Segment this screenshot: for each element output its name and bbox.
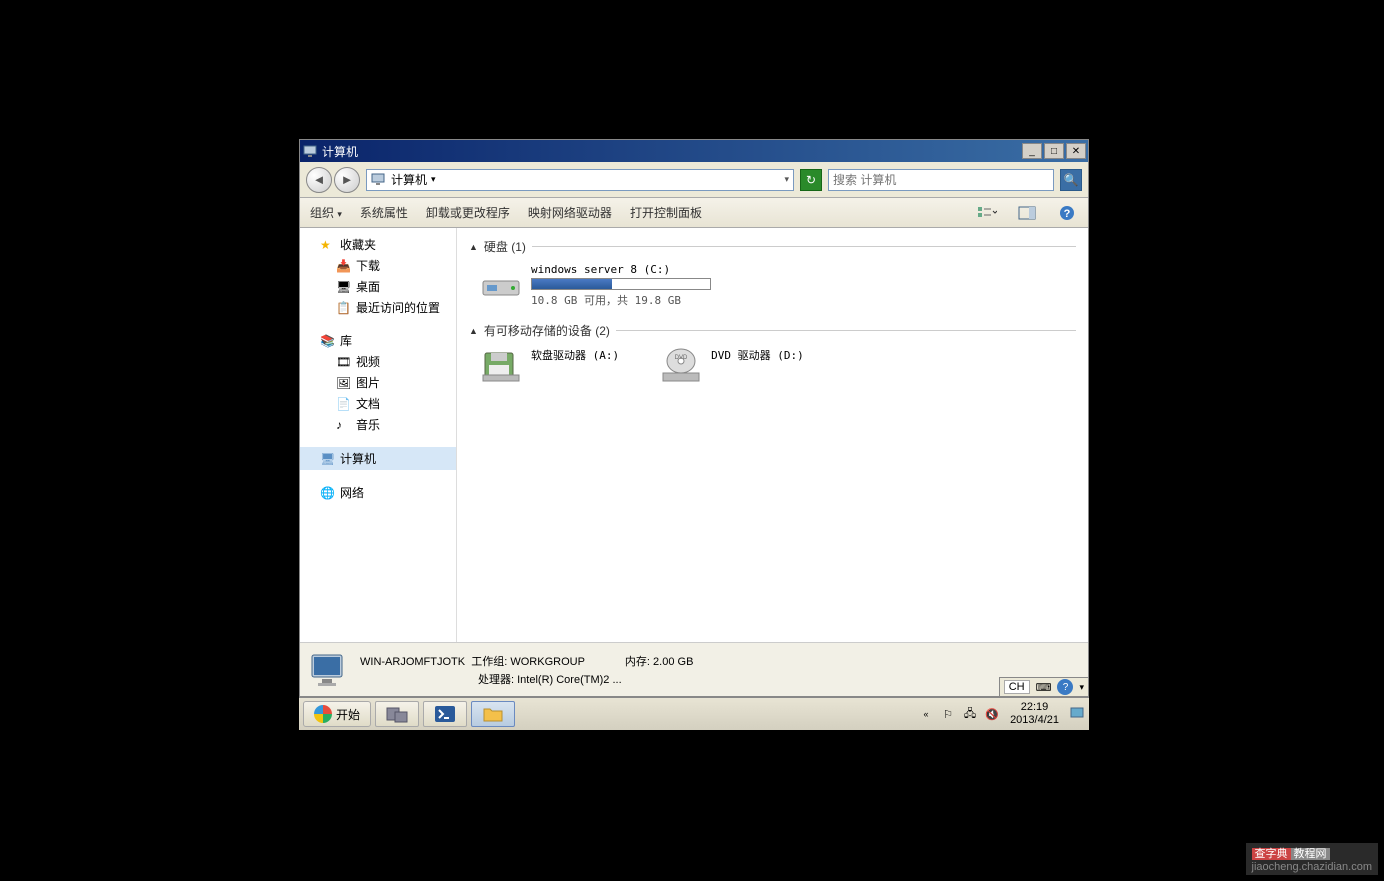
help-icon[interactable]: ? — [1056, 204, 1078, 222]
sidebar-item-recent[interactable]: 📋 最近访问的位置 — [300, 297, 456, 318]
search-input[interactable] — [833, 173, 1049, 187]
svg-text:DVD: DVD — [675, 355, 688, 361]
nav-bar: ◄ ► 计算机 ▾ ▾ ↻ 🔍 — [300, 162, 1088, 198]
preview-pane-icon[interactable] — [1016, 204, 1038, 222]
computer-icon — [302, 143, 318, 159]
dvd-icon: DVD — [659, 347, 703, 383]
library-icon: 📚 — [320, 334, 336, 348]
network-icon: 🌐 — [320, 486, 336, 500]
forward-button[interactable]: ► — [334, 167, 360, 193]
drive-c-stats: 10.8 GB 可用，共 19.8 GB — [531, 292, 711, 308]
sidebar-item-downloads[interactable]: 📥 下载 — [300, 255, 456, 276]
content-area: ▲ 硬盘 (1) windows server 8 (C:) — [457, 228, 1088, 642]
sidebar-item-desktop[interactable]: 🖥 桌面 — [300, 276, 456, 297]
memory-value: 2.00 GB — [653, 656, 693, 668]
refresh-button[interactable]: ↻ — [800, 169, 822, 191]
picture-icon: 🖼 — [336, 376, 352, 390]
address-bar[interactable]: 计算机 ▾ ▾ — [366, 169, 794, 191]
options-dropdown[interactable]: ▾ — [1079, 682, 1084, 693]
sidebar-libraries[interactable]: 📚 库 — [300, 330, 456, 351]
language-bar: CH ⌨ ? ▾ — [999, 677, 1089, 697]
floppy-icon — [479, 347, 523, 383]
section-header-hdd[interactable]: ▲ 硬盘 (1) — [469, 238, 1076, 255]
drive-a-floppy[interactable]: 软盘驱动器 (A:) — [479, 347, 619, 383]
watermark: 查字典教程网 jiaocheng.chazidian.com — [1246, 843, 1378, 875]
flag-icon[interactable]: ⚐ — [940, 706, 956, 722]
computer-icon — [371, 173, 387, 187]
start-button[interactable]: 开始 — [303, 701, 371, 727]
minimize-button[interactable]: _ — [1022, 143, 1042, 159]
recent-icon: 📋 — [336, 301, 352, 315]
download-icon: 📥 — [336, 259, 352, 273]
svg-text:?: ? — [1064, 208, 1071, 220]
drive-c-name: windows server 8 (C:) — [531, 263, 711, 276]
taskbar-powershell[interactable] — [423, 701, 467, 727]
taskbar: 开始 « ⚐ 🖧 🔇 22:19 2013/4/21 — [299, 697, 1089, 730]
system-tray: « ⚐ 🖧 🔇 22:19 2013/4/21 — [918, 701, 1085, 727]
help-icon[interactable]: ? — [1057, 679, 1073, 695]
sidebar-item-pictures[interactable]: 🖼 图片 — [300, 372, 456, 393]
computer-name: WIN-ARJOMFTJOTK — [360, 656, 465, 668]
drive-d-dvd[interactable]: DVD DVD 驱动器 (D:) — [659, 347, 804, 383]
section-header-removable[interactable]: ▲ 有可移动存储的设备 (2) — [469, 322, 1076, 339]
control-panel-button[interactable]: 打开控制面板 — [630, 204, 702, 221]
map-drive-button[interactable]: 映射网络驱动器 — [528, 204, 612, 221]
breadcrumb[interactable]: 计算机 — [391, 171, 427, 188]
keyboard-icon[interactable]: ⌨ — [1036, 681, 1052, 694]
sidebar-item-videos[interactable]: 🎞 视频 — [300, 351, 456, 372]
taskbar-server-manager[interactable] — [375, 701, 419, 727]
video-icon: 🎞 — [336, 355, 352, 369]
star-icon: ★ — [320, 238, 336, 252]
processor-value: Intel(R) Core(TM)2 ... — [517, 674, 622, 686]
system-properties-button[interactable]: 系统属性 — [360, 204, 408, 221]
collapse-arrow-icon: ▲ — [469, 242, 478, 252]
workgroup-value: WORKGROUP — [510, 656, 585, 668]
sidebar-network[interactable]: 🌐 网络 — [300, 482, 456, 503]
desktop-icon: 🖥 — [336, 280, 352, 294]
computer-icon: 🖥 — [320, 452, 336, 466]
show-hidden-icons[interactable]: « — [918, 706, 934, 722]
ime-indicator[interactable]: CH — [1004, 680, 1030, 694]
titlebar[interactable]: 计算机 _ □ ✕ — [300, 140, 1088, 162]
breadcrumb-dropdown[interactable]: ▾ — [431, 174, 436, 185]
taskbar-clock[interactable]: 22:19 2013/4/21 — [1006, 701, 1063, 727]
sidebar-item-documents[interactable]: 📄 文档 — [300, 393, 456, 414]
music-icon: ♪ — [336, 418, 352, 432]
document-icon: 📄 — [336, 397, 352, 411]
explorer-window: 计算机 _ □ ✕ ◄ ► 计算机 ▾ ▾ ↻ — [299, 139, 1089, 697]
search-button[interactable]: 🔍 — [1060, 169, 1082, 191]
toolbar: 组织 ▾ 系统属性 卸载或更改程序 映射网络驱动器 打开控制面板 ? — [300, 198, 1088, 228]
sidebar-favorites[interactable]: ★ 收藏夹 — [300, 234, 456, 255]
drive-a-name: 软盘驱动器 (A:) — [531, 347, 619, 363]
network-tray-icon[interactable]: 🖧 — [962, 706, 978, 722]
collapse-arrow-icon: ▲ — [469, 326, 478, 336]
back-button[interactable]: ◄ — [306, 167, 332, 193]
drive-c-usage-bar — [531, 278, 711, 290]
hdd-icon — [479, 263, 523, 299]
volume-icon[interactable]: 🔇 — [984, 706, 1000, 722]
uninstall-button[interactable]: 卸载或更改程序 — [426, 204, 510, 221]
navigation-sidebar: ★ 收藏夹 📥 下载 🖥 桌面 📋 最近访问的位置 — [300, 228, 457, 642]
maximize-button[interactable]: □ — [1044, 143, 1064, 159]
computer-icon — [308, 649, 350, 691]
show-desktop[interactable] — [1069, 706, 1085, 722]
windows-logo-icon — [314, 705, 332, 723]
search-box[interactable] — [828, 169, 1054, 191]
details-pane: WIN-ARJOMFTJOTK 工作组: WORKGROUP 内存: 2.00 … — [300, 642, 1088, 696]
window-title: 计算机 — [322, 143, 1022, 160]
view-options-icon[interactable] — [976, 204, 998, 222]
taskbar-explorer[interactable] — [471, 701, 515, 727]
close-button[interactable]: ✕ — [1066, 143, 1086, 159]
drive-d-name: DVD 驱动器 (D:) — [711, 347, 804, 363]
sidebar-item-music[interactable]: ♪ 音乐 — [300, 414, 456, 435]
sidebar-computer[interactable]: 🖥 计算机 — [300, 447, 456, 470]
address-dropdown[interactable]: ▾ — [784, 174, 789, 185]
organize-button[interactable]: 组织 ▾ — [310, 204, 342, 221]
drive-c[interactable]: windows server 8 (C:) 10.8 GB 可用，共 19.8 … — [479, 263, 711, 308]
